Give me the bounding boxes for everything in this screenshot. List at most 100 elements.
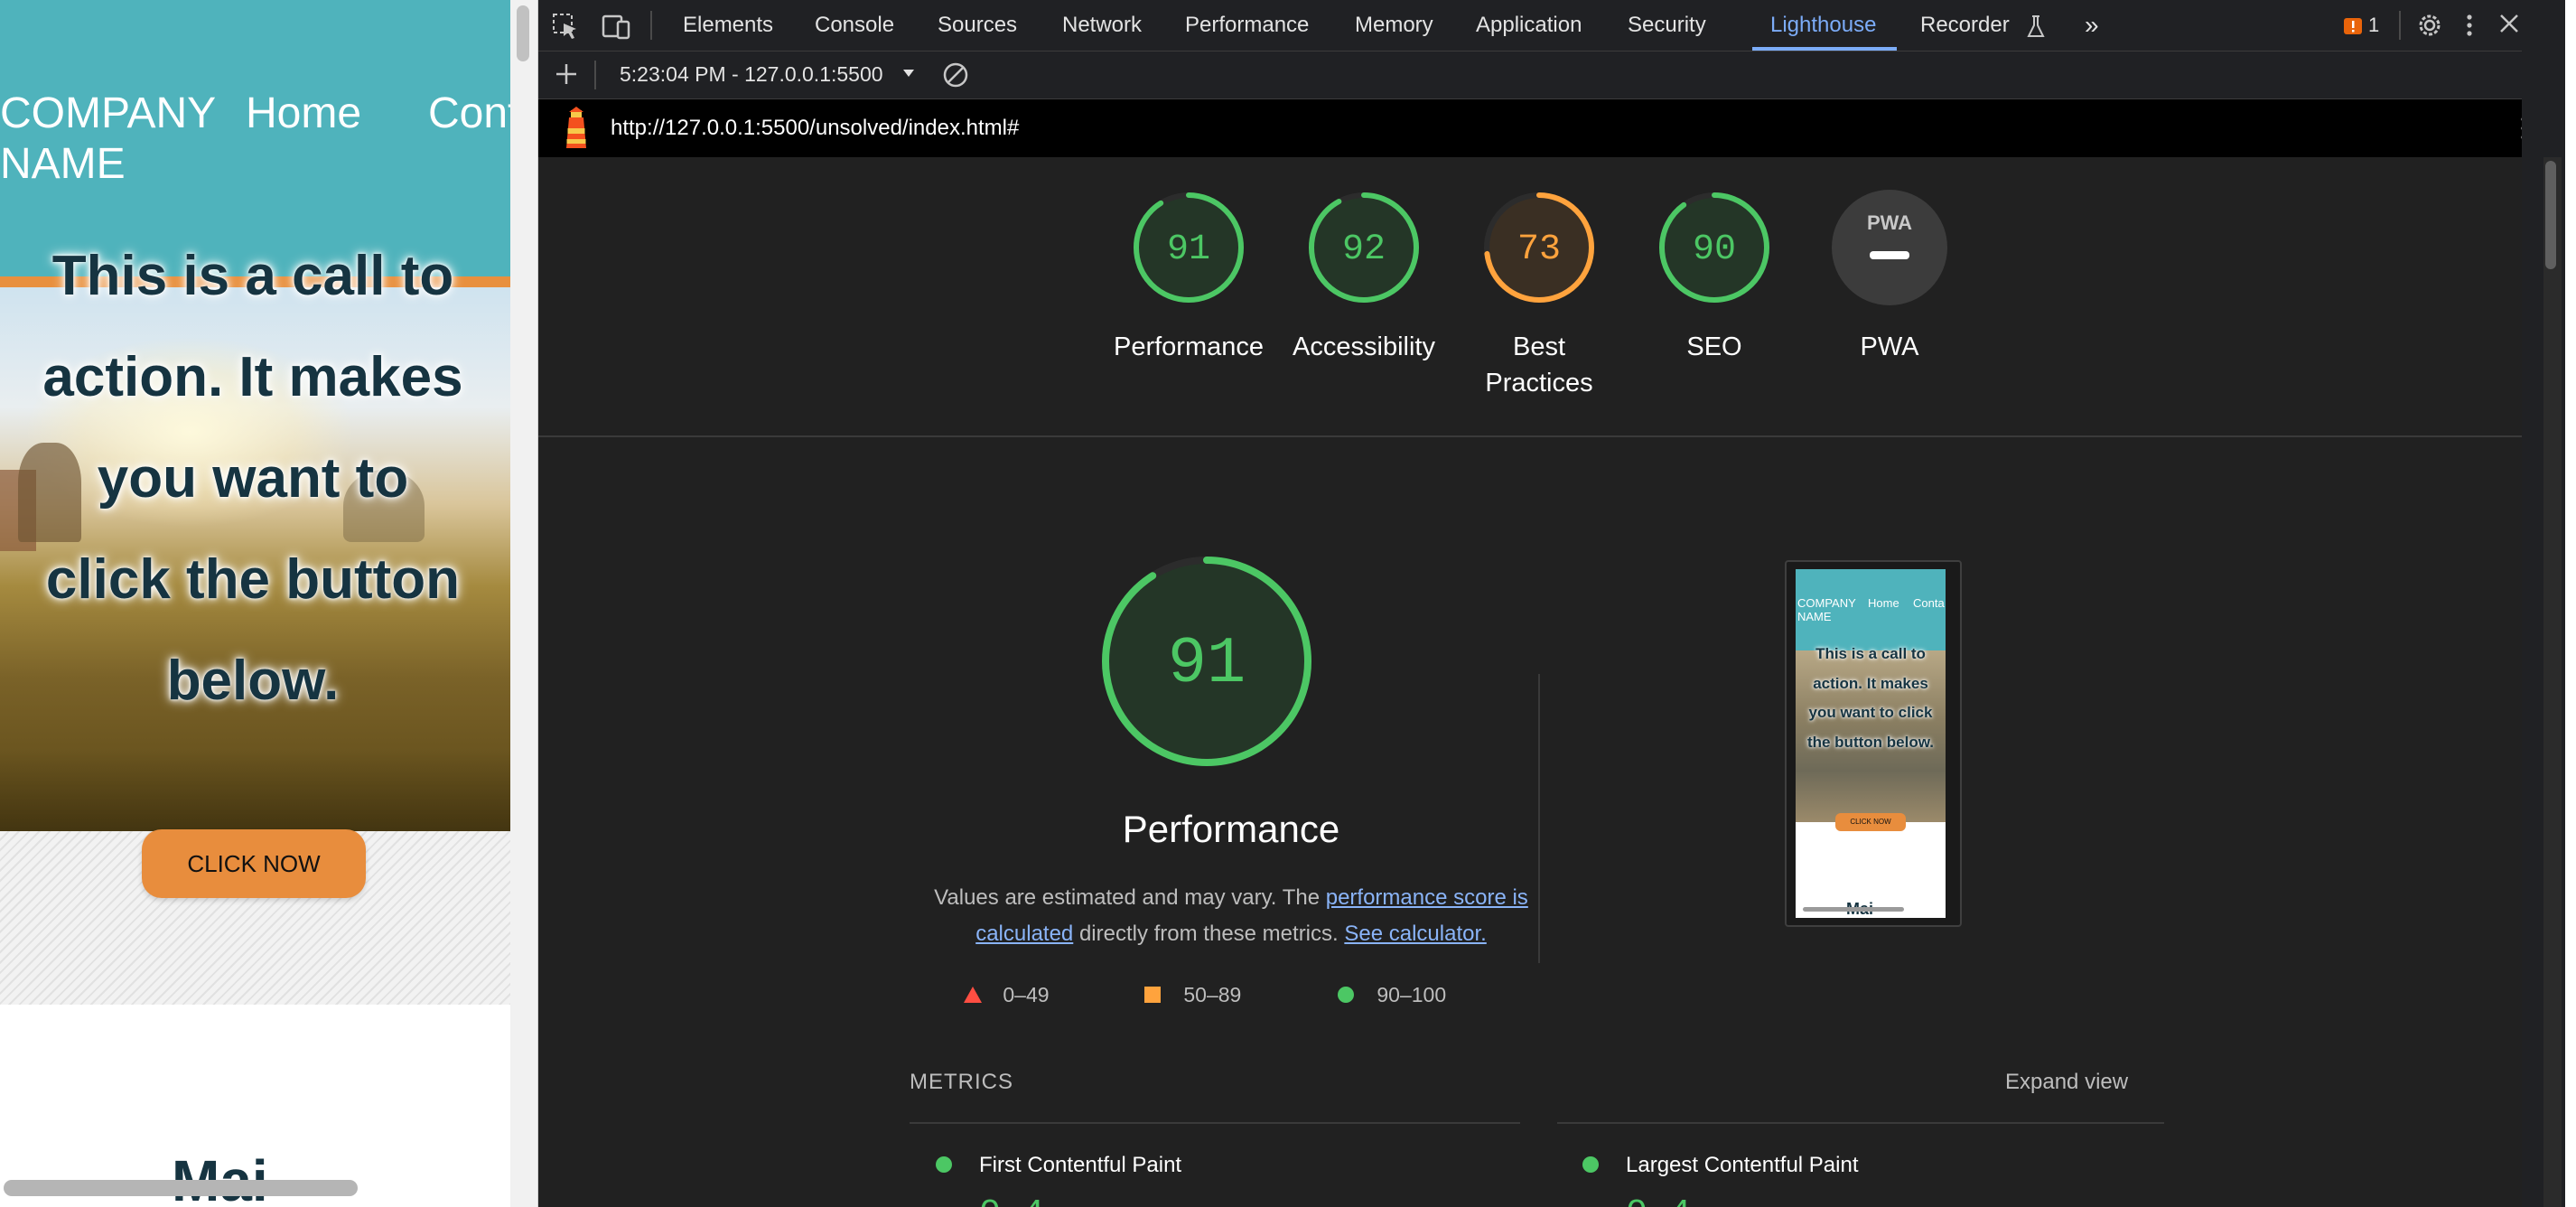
vertical-divider [1538,674,1540,963]
metric-fcp-value: 0.4 [979,1194,1044,1207]
performance-description: Values are estimated and may vary. The p… [909,880,1554,952]
gauge-label: PWA [1860,332,1919,361]
settings-gear-icon[interactable] [2415,0,2444,51]
tab-lighthouse[interactable]: Lighthouse [1770,0,1876,51]
thumbnail-company: COMPANY [1797,596,1856,610]
performance-title: Performance [1122,808,1340,850]
legend-range: 50–89 [1183,983,1242,1006]
see-calculator-link[interactable]: See calculator. [1344,922,1486,946]
thumbnail-button: CLICK NOW [1835,813,1906,831]
issues-count[interactable]: 1 [2368,0,2379,51]
thumbnail-scrollbar [1803,907,1904,912]
report-selector[interactable]: 5:23:04 PM - 127.0.0.1:5500 [620,62,883,87]
section-heading: Mai [172,1148,268,1207]
pwa-badge-icon: PWA [1832,190,1947,305]
metric-fcp-name: First Contentful Paint [979,1153,1182,1177]
click-now-button[interactable]: CLICK NOW [142,829,366,898]
tab-elements[interactable]: Elements [683,0,773,51]
report-scrollbar-thumb[interactable] [2545,161,2556,269]
lighthouse-toolbar: 5:23:04 PM - 127.0.0.1:5500 [538,51,2542,99]
active-tab-indicator [1752,47,1897,51]
background-window-edge [2565,0,2576,1207]
gauge-score: 73 [1517,229,1561,270]
triangle-icon [964,987,982,1003]
devtools-panel: Elements Console Sources Network Perform… [538,0,2542,1207]
nav-contact-link[interactable]: Conta [428,89,510,139]
gauge-label: SEO [1686,332,1742,361]
legend-pass: 90–100 [1337,983,1446,1007]
metrics-rule [910,1122,1520,1124]
tab-sources[interactable]: Sources [938,0,1017,51]
gauge-score: 90 [1693,229,1736,270]
description-text: Values are estimated and may vary. The [934,885,1326,910]
square-icon [1144,987,1161,1003]
dropdown-arrow-icon[interactable] [901,66,916,85]
gauge-best-practices-ring: 73 [1484,192,1594,303]
page-scrollbar-track[interactable] [510,0,538,1207]
metric-pass-icon [1582,1156,1599,1173]
close-devtools-icon[interactable] [2498,0,2520,51]
tab-network[interactable]: Network [1062,0,1142,51]
metrics-rule [1557,1122,2164,1124]
window-edge [2522,0,2542,1207]
horizontal-scrollbar[interactable] [4,1180,358,1196]
page-scrollbar-thumb[interactable] [517,5,529,61]
hero-shadow [0,750,510,831]
final-screenshot-thumbnail[interactable]: COMPANY NAME Home Conta This is a call t… [1785,560,1962,927]
lighthouse-logo-icon [558,105,594,156]
report-scrollbar-track[interactable] [2543,157,2562,1207]
new-report-plus-icon[interactable] [553,61,580,92]
gauge-seo-ring: 90 [1659,192,1769,303]
legend-fail: 0–49 [963,983,1050,1007]
issues-icon[interactable] [2343,0,2363,51]
more-tabs-icon[interactable]: » [2085,0,2099,51]
pwa-icon-text: PWA [1867,211,1912,234]
tab-performance[interactable]: Performance [1185,0,1309,51]
legend-range: 0–49 [1003,983,1050,1006]
expand-view-toggle[interactable]: Expand view [2005,1070,2128,1095]
gauge-score: 92 [1342,229,1386,270]
thumbnail-home: Home [1868,596,1899,610]
description-text: directly from these metrics. [1073,922,1345,946]
inspect-element-icon[interactable] [551,0,580,51]
tab-application[interactable]: Application [1476,0,1582,51]
main-score: 91 [1168,627,1246,701]
metric-lcp-value: 0.4 [1626,1194,1691,1207]
company-name-line2: NAME [0,140,126,188]
gauge-accessibility-ring: 92 [1309,192,1419,303]
tab-recorder[interactable]: Recorder [1920,0,2010,51]
performance-main-gauge: 91 [1102,557,1311,766]
thumbnail-cta-text: This is a call to action. It makes you w… [1806,645,1935,751]
thumbnail-contact: Conta [1913,596,1945,610]
gauge-label: Performance [1113,332,1264,361]
gauge-label: Best Practices [1485,332,1593,398]
tab-console[interactable]: Console [815,0,894,51]
legend-range: 90–100 [1377,983,1447,1006]
gauge-label: Accessibility [1293,332,1435,361]
more-options-icon[interactable] [2464,0,2475,51]
flask-icon [2025,0,2047,51]
tab-memory[interactable]: Memory [1355,0,1433,51]
metric-pass-icon [936,1156,952,1173]
tab-security[interactable]: Security [1628,0,1706,51]
circle-icon [1338,987,1354,1003]
toolbar-separator [2399,11,2401,40]
report-url: http://127.0.0.1:5500/unsolved/index.htm… [611,116,1020,140]
thumbnail-company: NAME [1797,610,1832,623]
legend-average: 50–89 [1143,983,1241,1007]
lighthouse-report: 91 Performance 92 Accessibility 73 Best … [538,157,2542,1207]
report-url-bar: http://127.0.0.1:5500/unsolved/index.htm… [538,99,2542,157]
thumbnail-page: COMPANY NAME Home Conta This is a call t… [1796,569,1946,918]
nav-home-link[interactable]: Home [246,89,361,139]
metric-lcp-name: Largest Contentful Paint [1626,1153,1859,1177]
call-to-action-text: This is a call to action. It makes you w… [42,245,463,712]
gauge-performance-ring: 91 [1134,192,1244,303]
gauge-score: 91 [1167,229,1210,270]
page-preview: COMPANY NAME Home Conta This is a call t… [0,0,510,1207]
section-divider [538,435,2542,437]
devtools-tab-bar: Elements Console Sources Network Perform… [538,0,2542,51]
toolbar-separator [650,11,652,40]
device-toolbar-icon[interactable] [602,0,632,51]
company-name-line1: COMPANY [0,89,217,137]
clear-block-icon[interactable] [941,61,970,94]
